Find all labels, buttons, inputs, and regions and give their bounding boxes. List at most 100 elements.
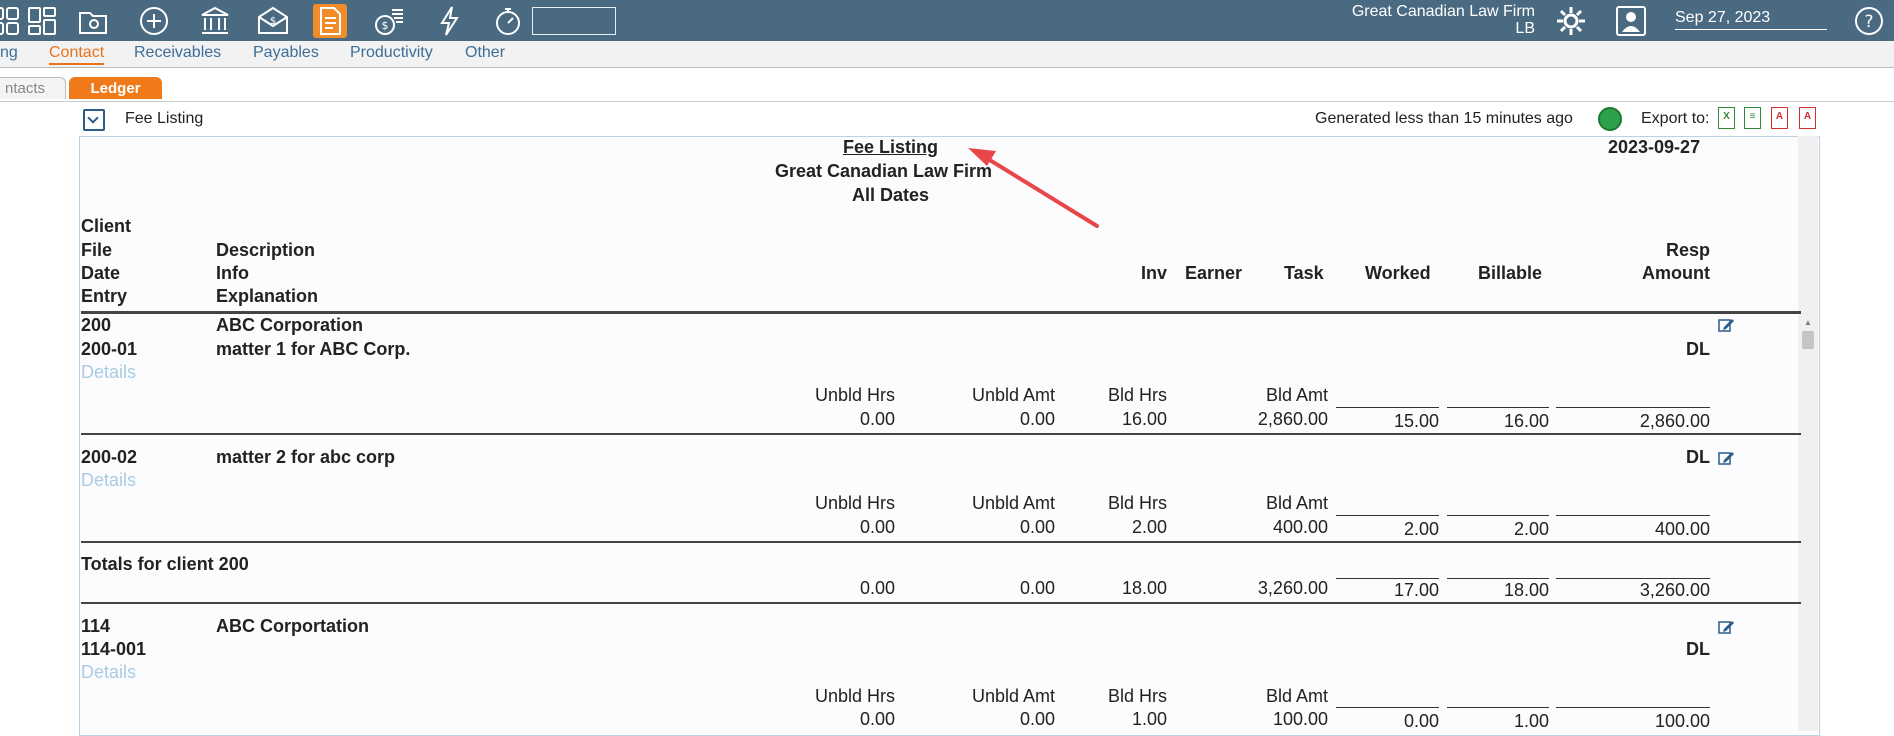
edit-icon[interactable]: [1718, 318, 1735, 332]
document-icon[interactable]: [313, 4, 347, 38]
lightning-icon[interactable]: [433, 4, 467, 38]
label-unbld-hrs: Unbld Hrs: [814, 385, 895, 405]
mail-money-icon[interactable]: $: [256, 4, 290, 38]
col-header-entry: Entry: [81, 286, 128, 306]
export-label: Export to:: [1641, 110, 1710, 127]
col-header-task: Task: [1284, 263, 1324, 283]
row-divider: [81, 541, 1801, 543]
file-number: 200-01: [81, 339, 138, 359]
file-number: 200-02: [81, 447, 138, 467]
col-header-info: Info: [216, 263, 249, 283]
value-unbld-hrs: 0.00: [859, 517, 895, 537]
menu-item-billing[interactable]: ng: [0, 44, 18, 62]
total-bld-amt: 3,260.00: [1257, 578, 1328, 598]
report-firm: Great Canadian Law Firm: [775, 161, 993, 181]
folder-icon[interactable]: [76, 4, 110, 38]
scroll-up-arrow[interactable]: ▲: [1804, 318, 1812, 327]
coins-icon[interactable]: $: [372, 4, 406, 38]
col-header-client: Client: [81, 216, 132, 236]
report-dropdown-toggle[interactable]: [83, 109, 105, 131]
bank-icon[interactable]: [198, 4, 232, 38]
col-header-date: Date: [81, 263, 121, 283]
file-resp: DL: [1686, 447, 1710, 467]
client-name: ABC Corporation: [216, 315, 363, 335]
gear-icon[interactable]: [1554, 4, 1588, 38]
client-number: 200: [81, 315, 112, 335]
export-csv-icon[interactable]: ≡: [1744, 107, 1761, 129]
menu-item-productivity[interactable]: Productivity: [350, 44, 433, 62]
col-header-inv: Inv: [1141, 263, 1168, 283]
svg-text:$: $: [270, 16, 276, 27]
scrollbar[interactable]: [1798, 136, 1818, 731]
label-bld-amt: Bld Amt: [1265, 493, 1328, 513]
col-header-explanation: Explanation: [216, 286, 319, 306]
total-amount: 3,260.00: [1639, 580, 1710, 600]
user-profile-icon[interactable]: [1614, 4, 1648, 38]
col-header-billable: Billable: [1478, 263, 1543, 283]
client-name: ABC Corportation: [216, 616, 369, 636]
report-panel: [79, 136, 1820, 736]
report-date-range: All Dates: [852, 185, 930, 205]
current-date[interactable]: Sep 27, 2023: [1675, 9, 1827, 30]
value-billable: 2.00: [1513, 519, 1549, 539]
col-header-earner: Earner: [1185, 263, 1243, 283]
timer-icon[interactable]: [491, 4, 525, 38]
export-pdf-print-icon[interactable]: A: [1799, 107, 1816, 129]
label-unbld-amt: Unbld Amt: [971, 385, 1055, 405]
menu-item-payables[interactable]: Payables: [253, 44, 319, 62]
client-totals-label: Totals for client 200: [81, 554, 249, 574]
report-bar: Fee Listing Generated less than 15 minut…: [0, 102, 1894, 132]
value-billable: 1.00: [1513, 711, 1549, 731]
top-toolbar: $ $ Great Canadian Law Firm LB Sep 27, 2…: [0, 0, 1894, 41]
value-billable: 16.00: [1503, 411, 1549, 431]
value-worked: 0.00: [1403, 711, 1439, 731]
details-link[interactable]: Details: [81, 470, 136, 491]
col-header-worked: Worked: [1365, 263, 1431, 283]
details-link[interactable]: Details: [81, 662, 136, 683]
details-link[interactable]: Details: [81, 362, 136, 383]
export-pdf-icon[interactable]: A: [1771, 107, 1788, 129]
row-divider: [81, 433, 1801, 435]
dashboard-icon[interactable]: [0, 4, 22, 38]
label-unbld-hrs: Unbld Hrs: [814, 686, 895, 706]
add-icon[interactable]: [137, 4, 171, 38]
edit-icon[interactable]: [1718, 451, 1735, 465]
file-description: matter 1 for ABC Corp.: [216, 339, 411, 359]
menu-item-receivables[interactable]: Receivables: [134, 44, 221, 62]
label-bld-hrs: Bld Hrs: [1107, 493, 1167, 513]
sub-tabs: ntacts Ledger: [0, 75, 1894, 102]
value-bld-amt: 400.00: [1272, 517, 1328, 537]
col-header-amount: Amount: [1642, 263, 1710, 283]
value-worked: 15.00: [1393, 411, 1439, 431]
firm-title: Great Canadian Law Firm: [1351, 3, 1535, 20]
export-xls-icon[interactable]: X: [1718, 107, 1735, 129]
total-unbld-amt: 0.00: [1019, 578, 1055, 598]
file-resp: DL: [1686, 639, 1710, 659]
file-description: matter 2 for abc corp: [216, 447, 396, 467]
tab-contacts[interactable]: ntacts: [0, 77, 66, 99]
file-number: 114-001: [81, 639, 147, 659]
search-input[interactable]: [532, 7, 616, 35]
tab-ledger[interactable]: Ledger: [69, 77, 162, 99]
main-menu: ng Contact Receivables Payables Producti…: [0, 41, 1894, 68]
total-billable: 18.00: [1503, 580, 1549, 600]
menu-item-contact[interactable]: Contact: [49, 44, 105, 65]
label-unbld-hrs: Unbld Hrs: [814, 493, 895, 513]
value-bld-amt: 100.00: [1272, 709, 1328, 729]
scrollbar-thumb[interactable]: [1802, 331, 1814, 349]
value-bld-hrs: 16.00: [1121, 409, 1167, 429]
report-title: Fee Listing: [843, 137, 939, 157]
label-unbld-amt: Unbld Amt: [971, 686, 1055, 706]
help-glyph: ?: [1864, 12, 1873, 32]
label-bld-amt: Bld Amt: [1265, 686, 1328, 706]
total-worked: 17.00: [1393, 580, 1439, 600]
value-bld-amt: 2,860.00: [1257, 409, 1328, 429]
edit-icon[interactable]: [1718, 620, 1735, 634]
value-bld-hrs: 2.00: [1131, 517, 1167, 537]
dashboard-icon[interactable]: [25, 4, 59, 38]
refresh-icon[interactable]: [1598, 107, 1622, 131]
value-unbld-amt: 0.00: [1019, 709, 1055, 729]
menu-item-other[interactable]: Other: [465, 44, 505, 62]
help-icon[interactable]: ?: [1852, 4, 1886, 38]
label-bld-hrs: Bld Hrs: [1107, 686, 1167, 706]
